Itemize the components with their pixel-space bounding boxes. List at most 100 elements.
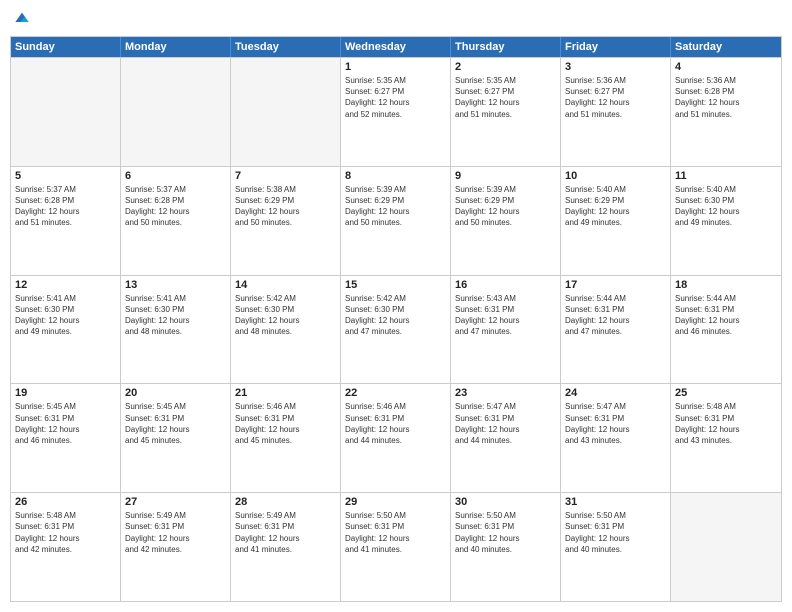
calendar-week-row: 19 Sunrise: 5:45 AM Sunset: 6:31 PM Dayli… [11,383,781,492]
day-info: Sunrise: 5:49 AM Sunset: 6:31 PM Dayligh… [235,510,336,555]
day-info: Sunrise: 5:50 AM Sunset: 6:31 PM Dayligh… [455,510,556,555]
calendar-day-cell: 7 Sunrise: 5:38 AM Sunset: 6:29 PM Daylig… [231,167,341,275]
day-number: 24 [565,387,666,399]
day-number: 8 [345,170,446,182]
day-number: 1 [345,61,446,73]
day-info: Sunrise: 5:41 AM Sunset: 6:30 PM Dayligh… [15,293,116,338]
weekday-header: Saturday [671,37,781,57]
calendar-day-cell: 10 Sunrise: 5:40 AM Sunset: 6:29 PM Dayli… [561,167,671,275]
day-number: 22 [345,387,446,399]
day-number: 19 [15,387,116,399]
day-number: 11 [675,170,777,182]
calendar-day-cell: 24 Sunrise: 5:47 AM Sunset: 6:31 PM Dayli… [561,384,671,492]
day-info: Sunrise: 5:42 AM Sunset: 6:30 PM Dayligh… [345,293,446,338]
day-number: 23 [455,387,556,399]
day-number: 5 [15,170,116,182]
calendar-day-cell: 16 Sunrise: 5:43 AM Sunset: 6:31 PM Dayli… [451,276,561,384]
day-number: 10 [565,170,666,182]
calendar-day-cell: 19 Sunrise: 5:45 AM Sunset: 6:31 PM Dayli… [11,384,121,492]
day-number: 12 [15,279,116,291]
weekday-header: Tuesday [231,37,341,57]
day-info: Sunrise: 5:39 AM Sunset: 6:29 PM Dayligh… [345,184,446,229]
day-number: 14 [235,279,336,291]
calendar-day-cell: 12 Sunrise: 5:41 AM Sunset: 6:30 PM Dayli… [11,276,121,384]
weekday-header: Sunday [11,37,121,57]
day-number: 7 [235,170,336,182]
day-info: Sunrise: 5:40 AM Sunset: 6:29 PM Dayligh… [565,184,666,229]
day-info: Sunrise: 5:36 AM Sunset: 6:27 PM Dayligh… [565,75,666,120]
weekday-header: Friday [561,37,671,57]
calendar-day-cell: 15 Sunrise: 5:42 AM Sunset: 6:30 PM Dayli… [341,276,451,384]
calendar-day-cell: 30 Sunrise: 5:50 AM Sunset: 6:31 PM Dayli… [451,493,561,601]
calendar-day-cell: 27Sunrise: 5:49 AM Sunset: 6:31 PM Dayli… [121,493,231,601]
day-info: Sunrise: 5:46 AM Sunset: 6:31 PM Dayligh… [345,401,446,446]
calendar-day-cell: 29 Sunrise: 5:50 AM Sunset: 6:31 PM Dayli… [341,493,451,601]
calendar-day-cell: 25Sunrise: 5:48 AM Sunset: 6:31 PM Dayli… [671,384,781,492]
calendar-week-row: 12 Sunrise: 5:41 AM Sunset: 6:30 PM Dayli… [11,275,781,384]
day-number: 15 [345,279,446,291]
day-info: Sunrise: 5:37 AM Sunset: 6:28 PM Dayligh… [15,184,116,229]
day-info: Sunrise: 5:44 AM Sunset: 6:31 PM Dayligh… [565,293,666,338]
calendar-day-cell: 4 Sunrise: 5:36 AM Sunset: 6:28 PM Daylig… [671,58,781,166]
calendar-day-cell: 18 Sunrise: 5:44 AM Sunset: 6:31 PM Dayli… [671,276,781,384]
day-info: Sunrise: 5:47 AM Sunset: 6:31 PM Dayligh… [565,401,666,446]
day-number: 18 [675,279,777,291]
calendar-header: SundayMondayTuesdayWednesdayThursdayFrid… [11,37,781,57]
day-info: Sunrise: 5:48 AM Sunset: 6:31 PM Dayligh… [675,401,777,446]
calendar-week-row: 5 Sunrise: 5:37 AM Sunset: 6:28 PM Daylig… [11,166,781,275]
day-number: 30 [455,496,556,508]
day-number: 3 [565,61,666,73]
day-number: 29 [345,496,446,508]
day-info: Sunrise: 5:39 AM Sunset: 6:29 PM Dayligh… [455,184,556,229]
calendar-day-cell: 31Sunrise: 5:50 AM Sunset: 6:31 PM Dayli… [561,493,671,601]
page: SundayMondayTuesdayWednesdayThursdayFrid… [0,0,792,612]
day-info: Sunrise: 5:49 AM Sunset: 6:31 PM Dayligh… [125,510,226,555]
calendar-day-cell: 20 Sunrise: 5:45 AM Sunset: 6:31 PM Dayli… [121,384,231,492]
day-info: Sunrise: 5:43 AM Sunset: 6:31 PM Dayligh… [455,293,556,338]
header [10,10,782,30]
calendar-day-cell [671,493,781,601]
day-number: 4 [675,61,777,73]
day-info: Sunrise: 5:45 AM Sunset: 6:31 PM Dayligh… [15,401,116,446]
day-info: Sunrise: 5:38 AM Sunset: 6:29 PM Dayligh… [235,184,336,229]
day-info: Sunrise: 5:46 AM Sunset: 6:31 PM Dayligh… [235,401,336,446]
day-info: Sunrise: 5:50 AM Sunset: 6:31 PM Dayligh… [345,510,446,555]
day-info: Sunrise: 5:45 AM Sunset: 6:31 PM Dayligh… [125,401,226,446]
calendar-day-cell: 26Sunrise: 5:48 AM Sunset: 6:31 PM Dayli… [11,493,121,601]
calendar-day-cell: 17Sunrise: 5:44 AM Sunset: 6:31 PM Dayli… [561,276,671,384]
day-info: Sunrise: 5:48 AM Sunset: 6:31 PM Dayligh… [15,510,116,555]
day-info: Sunrise: 5:36 AM Sunset: 6:28 PM Dayligh… [675,75,777,120]
calendar-day-cell: 13 Sunrise: 5:41 AM Sunset: 6:30 PM Dayli… [121,276,231,384]
day-info: Sunrise: 5:35 AM Sunset: 6:27 PM Dayligh… [345,75,446,120]
day-number: 28 [235,496,336,508]
calendar-day-cell: 21 Sunrise: 5:46 AM Sunset: 6:31 PM Dayli… [231,384,341,492]
calendar-day-cell: 6 Sunrise: 5:37 AM Sunset: 6:28 PM Daylig… [121,167,231,275]
day-info: Sunrise: 5:47 AM Sunset: 6:31 PM Dayligh… [455,401,556,446]
day-info: Sunrise: 5:35 AM Sunset: 6:27 PM Dayligh… [455,75,556,120]
calendar-day-cell: 14 Sunrise: 5:42 AM Sunset: 6:30 PM Dayli… [231,276,341,384]
calendar-day-cell: 1 Sunrise: 5:35 AM Sunset: 6:27 PM Daylig… [341,58,451,166]
day-info: Sunrise: 5:37 AM Sunset: 6:28 PM Dayligh… [125,184,226,229]
day-info: Sunrise: 5:41 AM Sunset: 6:30 PM Dayligh… [125,293,226,338]
calendar-day-cell: 28 Sunrise: 5:49 AM Sunset: 6:31 PM Dayli… [231,493,341,601]
day-number: 16 [455,279,556,291]
day-number: 20 [125,387,226,399]
day-number: 21 [235,387,336,399]
day-number: 13 [125,279,226,291]
calendar-day-cell [121,58,231,166]
day-info: Sunrise: 5:50 AM Sunset: 6:31 PM Dayligh… [565,510,666,555]
day-info: Sunrise: 5:44 AM Sunset: 6:31 PM Dayligh… [675,293,777,338]
calendar-day-cell: 3 Sunrise: 5:36 AM Sunset: 6:27 PM Daylig… [561,58,671,166]
calendar-day-cell [11,58,121,166]
day-info: Sunrise: 5:42 AM Sunset: 6:30 PM Dayligh… [235,293,336,338]
calendar-week-row: 1 Sunrise: 5:35 AM Sunset: 6:27 PM Daylig… [11,57,781,166]
logo [10,10,32,30]
weekday-header: Thursday [451,37,561,57]
day-number: 6 [125,170,226,182]
calendar-day-cell: 11 Sunrise: 5:40 AM Sunset: 6:30 PM Dayli… [671,167,781,275]
calendar: SundayMondayTuesdayWednesdayThursdayFrid… [10,36,782,602]
calendar-day-cell: 5 Sunrise: 5:37 AM Sunset: 6:28 PM Daylig… [11,167,121,275]
weekday-header: Wednesday [341,37,451,57]
day-number: 2 [455,61,556,73]
day-info: Sunrise: 5:40 AM Sunset: 6:30 PM Dayligh… [675,184,777,229]
